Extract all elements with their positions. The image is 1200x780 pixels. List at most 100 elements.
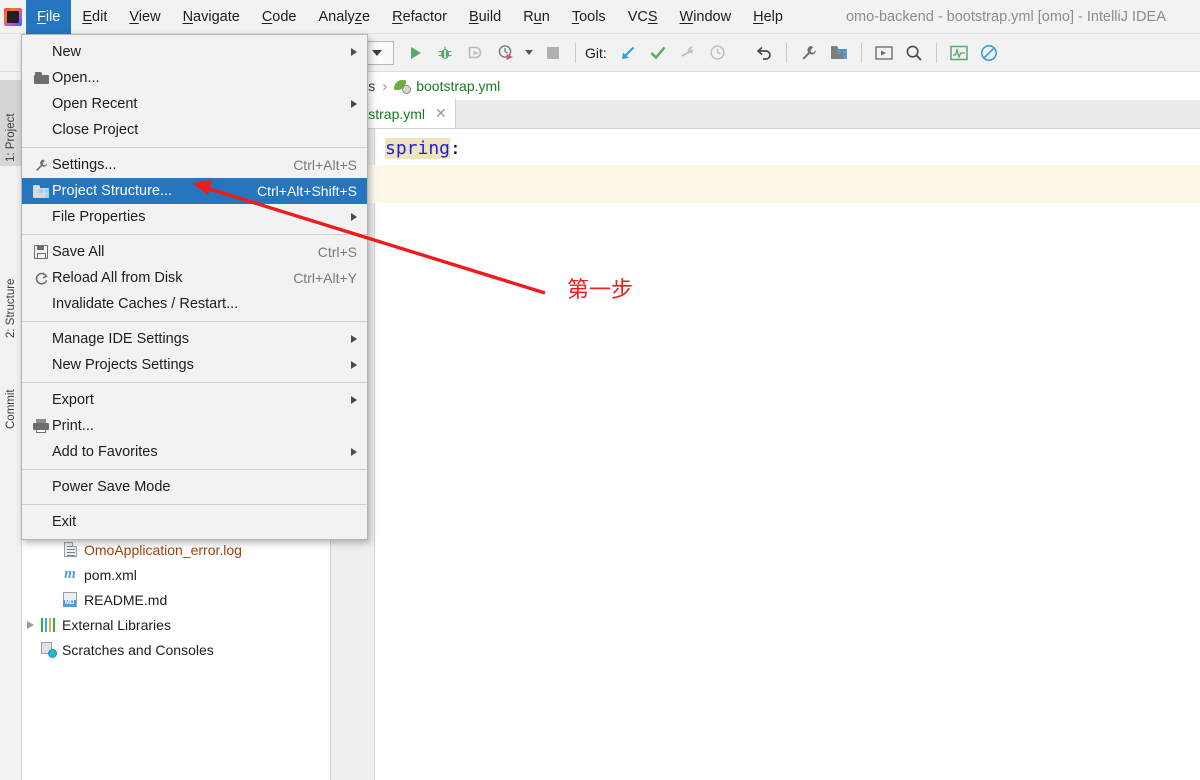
menu-item-label: Exit	[52, 514, 77, 530]
title-bar: File Edit View Navigate Code Analyze Ref…	[0, 0, 1200, 34]
code-line-1: spring:	[385, 135, 461, 163]
menu-build[interactable]: Build	[458, 0, 512, 34]
menu-code-label: Code	[261, 8, 297, 25]
menu-window[interactable]: Window	[669, 0, 743, 34]
profile-button[interactable]	[490, 38, 520, 68]
log-file-icon	[60, 542, 80, 557]
run-with-coverage-button[interactable]	[460, 38, 490, 68]
stop-button[interactable]	[538, 38, 568, 68]
menu-item-reload-all-from-disk[interactable]: Reload All from Disk Ctrl+Alt+Y	[22, 265, 367, 291]
chevron-down-icon	[372, 49, 382, 56]
menu-run-label: Run	[523, 8, 550, 25]
tree-item-label: External Libraries	[62, 616, 171, 633]
close-icon[interactable]: ✕	[435, 105, 447, 122]
menu-separator	[22, 234, 367, 235]
scratches-icon	[38, 642, 58, 658]
activity-monitor-button[interactable]	[944, 38, 974, 68]
tree-item-scratches-and-consoles[interactable]: Scratches and Consoles	[22, 637, 330, 662]
menu-refactor[interactable]: Refactor	[381, 0, 458, 34]
caret-line-highlight	[376, 165, 1200, 203]
menu-item-accelerator: Ctrl+S	[317, 244, 357, 260]
menu-item-accelerator: Ctrl+Alt+S	[293, 157, 357, 173]
reload-icon	[30, 271, 52, 286]
menu-item-file-properties[interactable]: File Properties	[22, 204, 367, 230]
tree-item-label: OmoApplication_error.log	[84, 541, 242, 558]
run-button[interactable]	[400, 38, 430, 68]
tree-item-pom-xml[interactable]: m pom.xml	[22, 562, 330, 587]
project-structure-button[interactable]	[824, 38, 854, 68]
menu-code[interactable]: Code	[251, 0, 308, 34]
arrow-down-left-icon	[621, 46, 635, 59]
menu-analyze[interactable]: Analyze	[308, 0, 382, 34]
menu-item-exit[interactable]: Exit	[22, 509, 367, 535]
tree-item-external-libraries[interactable]: External Libraries	[22, 612, 330, 637]
menu-help[interactable]: Help	[742, 0, 794, 34]
menu-item-new[interactable]: New	[22, 39, 367, 65]
menu-edit[interactable]: Edit	[71, 0, 118, 34]
menu-item-manage-ide-settings[interactable]: Manage IDE Settings	[22, 326, 367, 352]
menu-build-label: Build	[468, 8, 502, 25]
menu-item-project-structure[interactable]: Project Structure... Ctrl+Alt+Shift+S	[22, 178, 367, 204]
debug-button[interactable]	[430, 38, 460, 68]
menu-item-accelerator: Ctrl+Alt+Shift+S	[257, 183, 357, 199]
menu-item-invalidate-caches-restart[interactable]: Invalidate Caches / Restart...	[22, 291, 367, 317]
sidebar-item-structure[interactable]: 2: Structure	[0, 242, 22, 342]
menu-item-print[interactable]: Print...	[22, 413, 367, 439]
menu-item-open[interactable]: Open...	[22, 65, 367, 91]
menu-navigate[interactable]: Navigate	[172, 0, 251, 34]
code-editor[interactable]: spring:	[331, 129, 1200, 780]
editor-area: urces › bootstrap.yml bootstrap.yml ✕ sp…	[331, 72, 1200, 780]
menu-item-open-recent[interactable]: Open Recent	[22, 91, 367, 117]
sidebar-item-project[interactable]: 1: Project	[0, 80, 22, 166]
sidebar-item-project-label: 1: Project	[5, 113, 17, 162]
menu-item-label: Manage IDE Settings	[52, 331, 190, 347]
tree-item-readme-md[interactable]: MD README.md	[22, 587, 330, 612]
terminal-button[interactable]	[869, 38, 899, 68]
git-label: Git:	[585, 44, 607, 61]
menu-item-export[interactable]: Export	[22, 387, 367, 413]
menu-run[interactable]: Run	[512, 0, 561, 34]
undo-icon	[756, 46, 771, 60]
git-history-button[interactable]	[703, 38, 733, 68]
chevron-right-icon[interactable]	[22, 620, 38, 629]
menu-view[interactable]: View	[118, 0, 171, 34]
menu-item-power-save-mode[interactable]: Power Save Mode	[22, 474, 367, 500]
git-update-project-button[interactable]	[613, 38, 643, 68]
activity-monitor-icon	[950, 45, 968, 60]
menu-item-label: Power Save Mode	[52, 479, 171, 495]
no-access-button[interactable]	[974, 38, 1004, 68]
project-structure-icon	[30, 184, 52, 198]
menu-item-new-projects-settings[interactable]: New Projects Settings	[22, 352, 367, 378]
menu-file[interactable]: File	[26, 0, 72, 34]
undo-button[interactable]	[749, 38, 779, 68]
profile-dropdown[interactable]	[520, 38, 538, 68]
console-icon	[875, 45, 893, 60]
coverage-icon	[468, 46, 482, 58]
menu-item-add-to-favorites[interactable]: Add to Favorites	[22, 439, 367, 465]
sidebar-item-terminal[interactable]: Terminal	[0, 772, 22, 780]
folder-open-icon	[30, 72, 52, 84]
menu-item-close-project[interactable]: Close Project	[22, 117, 367, 143]
menu-tools-label: Tools	[571, 8, 606, 25]
breadcrumb-file[interactable]: bootstrap.yml	[416, 78, 500, 94]
git-push-button[interactable]	[673, 38, 703, 68]
sidebar-item-commit[interactable]: Commit	[0, 357, 22, 433]
sidebar-item-structure-label: 2: Structure	[5, 278, 17, 338]
menu-item-save-all[interactable]: Save All Ctrl+S	[22, 239, 367, 265]
search-everywhere-button[interactable]	[899, 38, 929, 68]
editor-tab-strip: bootstrap.yml ✕	[331, 99, 1200, 129]
menu-vcs[interactable]: VCS	[617, 0, 669, 34]
menu-item-label: Invalidate Caches / Restart...	[52, 296, 239, 312]
toolbar-separator	[935, 42, 937, 63]
settings-button[interactable]	[794, 38, 824, 68]
menu-window-label: Window	[679, 8, 732, 25]
menu-separator	[22, 321, 367, 322]
tree-item-label: pom.xml	[84, 566, 137, 583]
tree-item-omoapplication-error-log[interactable]: OmoApplication_error.log	[22, 537, 330, 562]
menu-separator	[22, 504, 367, 505]
menu-tools[interactable]: Tools	[561, 0, 617, 34]
intellij-idea-window: File Edit View Navigate Code Analyze Ref…	[0, 0, 1200, 780]
menu-item-settings[interactable]: Settings... Ctrl+Alt+S	[22, 152, 367, 178]
push-icon	[681, 45, 694, 57]
git-commit-button[interactable]	[643, 38, 673, 68]
